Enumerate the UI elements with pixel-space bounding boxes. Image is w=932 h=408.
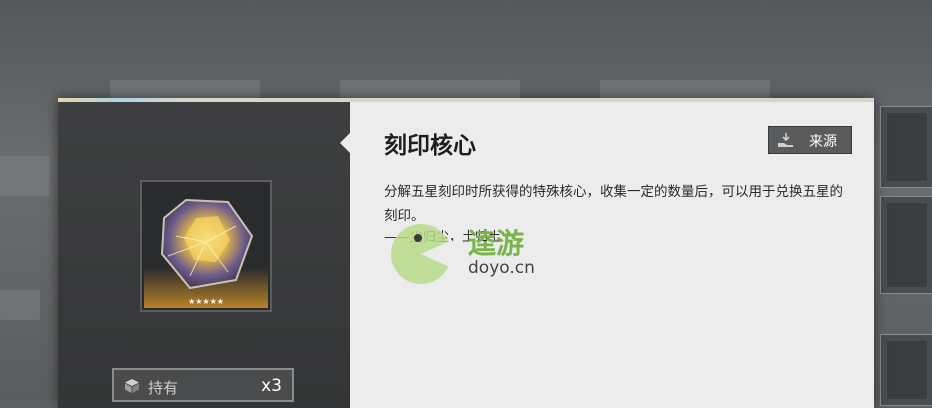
item-icon-frame: ★★★★★: [140, 180, 272, 312]
background-tab: [340, 80, 520, 98]
background-tab: [110, 80, 260, 98]
owned-label: 持有: [148, 379, 179, 397]
background-tab: [0, 290, 40, 320]
rarity-shine: [58, 98, 178, 102]
background-tab: [0, 156, 50, 196]
watermark-logo-icon: [391, 224, 456, 284]
watermark-domain: doyo.cn: [468, 258, 535, 278]
item-title: 刻印核心: [384, 133, 476, 159]
site-watermark: 逵游 doyo.cn: [388, 218, 568, 290]
rarity-stars: ★★★★★: [188, 297, 224, 306]
watermark-brand: 逵游: [468, 227, 525, 260]
background-item-tile: [880, 106, 932, 188]
cube-icon: [125, 379, 139, 393]
background-item-tile: [880, 334, 932, 406]
background-tab: [600, 80, 770, 98]
pane-pointer: [340, 132, 351, 154]
owned-count: x3: [261, 376, 282, 396]
source-button[interactable]: 来源: [768, 126, 852, 154]
engraving-core-gem-icon: [160, 198, 254, 290]
item-preview-pane: ★★★★★ 持有 x3: [58, 98, 350, 408]
background-item-tile: [880, 196, 932, 294]
source-button-label: 来源: [809, 134, 837, 150]
hand-download-icon: [778, 133, 793, 147]
owned-count-bar: 持有 x3: [112, 368, 294, 402]
